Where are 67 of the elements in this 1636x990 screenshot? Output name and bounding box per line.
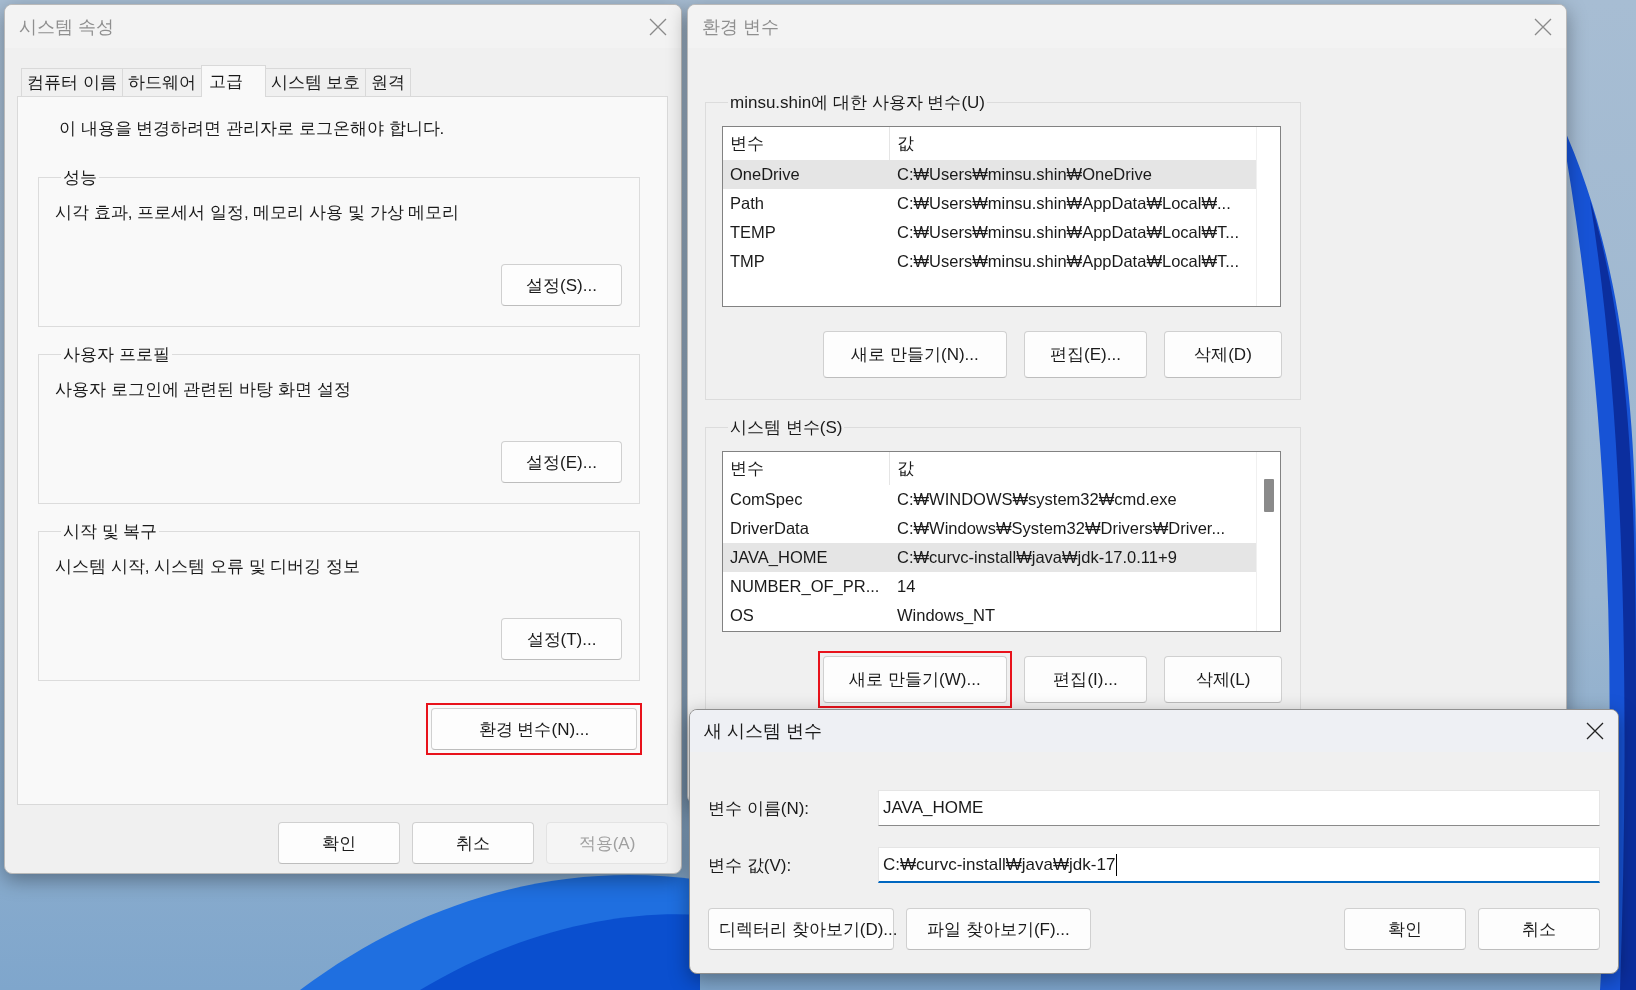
- edit-button[interactable]: 편집(E)...: [1024, 331, 1147, 378]
- browse-file-button[interactable]: 파일 찾아보기(F)...: [906, 908, 1091, 950]
- table-cell-text: OS: [729, 606, 755, 625]
- browse-directory-button[interactable]: 디렉터리 찾아보기(D)...: [708, 908, 894, 950]
- field-label: 변수 값(V):: [708, 854, 793, 877]
- column-header[interactable]: 값: [890, 127, 914, 160]
- group-title: minsu.shin에 대한 사용자 변수(U): [729, 92, 987, 114]
- tab[interactable]: 컴퓨터 이름: [21, 68, 123, 96]
- list-row[interactable]: JAVA_HOME C:₩curvc-install₩java₩jdk-17.0.11+9: [723, 543, 1256, 572]
- delete-button[interactable]: 삭제(L): [1164, 656, 1282, 703]
- group-description: 사용자 로그인에 관련된 바탕 화면 설정: [55, 379, 352, 401]
- table-cell-text: ComSpec: [729, 490, 804, 509]
- tab[interactable]: 원격: [365, 68, 412, 96]
- list-row[interactable]: DriverData C:₩Windows₩System32₩Drivers₩Driver...: [723, 514, 1256, 543]
- list-row[interactable]: ComSpec C:₩WINDOWS₩system32₩cmd.exe: [723, 485, 1256, 514]
- scrollbar-thumb[interactable]: [1264, 479, 1274, 512]
- settings-button[interactable]: 설정(E)...: [501, 441, 622, 483]
- table-cell-text: C:₩Users₩minsu.shin₩AppData₩Local₩T...: [896, 252, 1240, 271]
- group-title: 시작 및 복구: [62, 521, 159, 543]
- cancel-button[interactable]: 취소: [1478, 908, 1600, 950]
- table-cell-text: NUMBER_OF_PR...: [729, 577, 881, 596]
- table-cell-text: Windows_NT: [896, 606, 997, 625]
- group-title: 사용자 프로필: [62, 344, 171, 366]
- list-row[interactable]: NUMBER_OF_PR... 14: [723, 572, 1256, 601]
- table-cell-text: DriverData: [729, 519, 810, 538]
- table-cell-text: C:₩Windows₩System32₩Drivers₩Driver...: [896, 519, 1227, 538]
- group-description: 시각 효과, 프로세서 일정, 메모리 사용 및 가상 메모리: [55, 202, 461, 224]
- field-label: 변수 이름(N):: [708, 797, 811, 820]
- notice-text: 이 내용을 변경하려면 관리자로 로그온해야 합니다.: [59, 118, 446, 140]
- group-title: 시스템 변수(S): [729, 417, 844, 439]
- column-header[interactable]: 변수: [723, 452, 890, 485]
- tab[interactable]: 고급: [200, 65, 266, 97]
- delete-button[interactable]: 삭제(D): [1164, 331, 1282, 378]
- input-field[interactable]: JAVA_HOME: [878, 790, 1600, 826]
- table-cell-text: C:₩curvc-install₩java₩jdk-17.0.11+9: [896, 548, 1178, 567]
- list-row[interactable]: OneDrive C:₩Users₩minsu.shin₩OneDrive: [723, 160, 1256, 189]
- list-row[interactable]: Path C:₩Users₩minsu.shin₩AppData₩Local₩...: [723, 189, 1256, 218]
- list-row[interactable]: OS Windows_NT: [723, 601, 1256, 630]
- table-cell-text: C:₩WINDOWS₩system32₩cmd.exe: [896, 490, 1178, 509]
- table-cell-text: C:₩Users₩minsu.shin₩AppData₩Local₩T...: [896, 223, 1240, 242]
- group-description: 시스템 시작, 시스템 오류 및 디버깅 정보: [55, 556, 362, 578]
- window-title: 시스템 속성: [19, 15, 114, 39]
- table-cell-text: Path: [729, 194, 765, 213]
- window-title: 환경 변수: [702, 15, 779, 39]
- table-cell-text: C:₩Users₩minsu.shin₩OneDrive: [896, 165, 1153, 184]
- cancel-button[interactable]: 취소: [412, 822, 534, 864]
- ok-button[interactable]: 확인: [278, 822, 400, 864]
- input-field[interactable]: C:₩curvc-install₩java₩jdk-17: [878, 847, 1600, 883]
- table-cell-text: TEMP: [729, 223, 777, 242]
- window-title: 새 시스템 변수: [704, 720, 822, 743]
- table-cell-text: C:₩Users₩minsu.shin₩AppData₩Local₩...: [896, 194, 1232, 213]
- new-button[interactable]: 새로 만들기(N)...: [823, 331, 1007, 378]
- close-icon[interactable]: [1586, 722, 1604, 740]
- list-row[interactable]: TEMP C:₩Users₩minsu.shin₩AppData₩Local₩T...: [723, 218, 1256, 247]
- list-row[interactable]: TMP C:₩Users₩minsu.shin₩AppData₩Local₩T...: [723, 247, 1256, 276]
- table-cell-text: 14: [896, 577, 917, 596]
- edit-button[interactable]: 편집(I)...: [1024, 656, 1147, 703]
- table-cell-text: OneDrive: [729, 165, 801, 184]
- column-header[interactable]: 값: [890, 452, 914, 485]
- settings-button[interactable]: 설정(S)...: [501, 264, 622, 306]
- environment-variables-button[interactable]: 환경 변수(N)...: [431, 708, 637, 750]
- new-button[interactable]: 새로 만들기(W)...: [823, 656, 1007, 703]
- table-cell-text: JAVA_HOME: [729, 548, 829, 567]
- ok-button[interactable]: 확인: [1344, 908, 1466, 950]
- group-title: 성능: [62, 167, 98, 189]
- table-cell-text: TMP: [729, 252, 766, 271]
- settings-button[interactable]: 설정(T)...: [501, 618, 622, 660]
